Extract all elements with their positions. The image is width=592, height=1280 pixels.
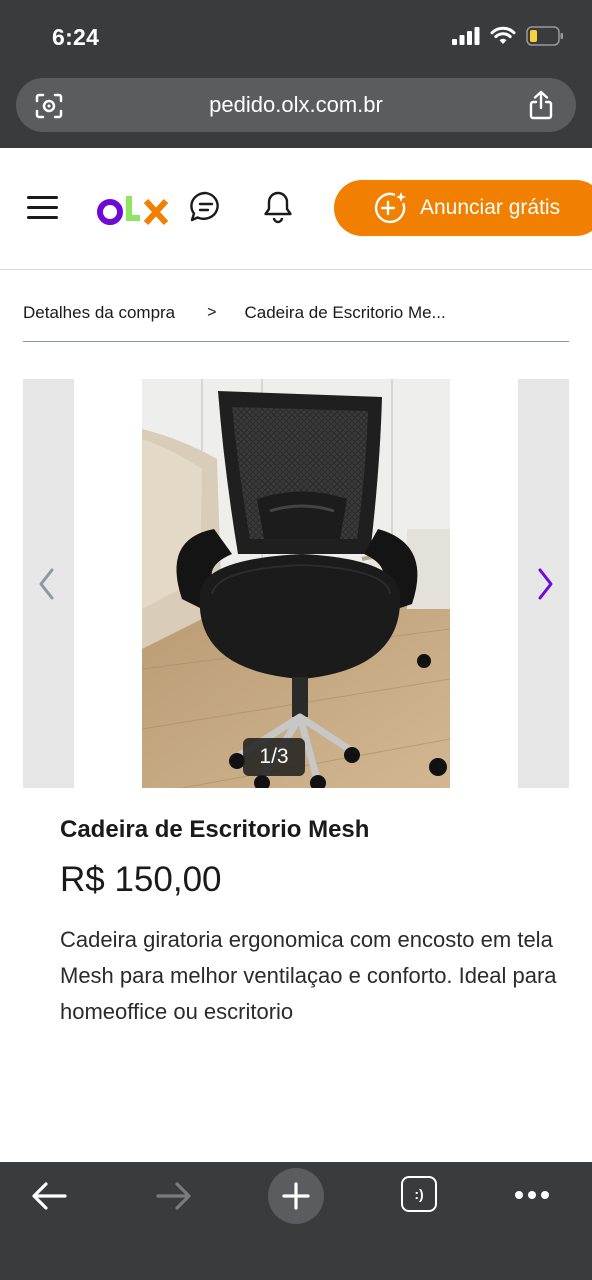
battery-icon bbox=[526, 26, 563, 46]
browser-bottom-bar: :) bbox=[0, 1162, 592, 1280]
anunciar-gratis-button[interactable]: Anunciar grátis bbox=[334, 180, 592, 236]
status-icons bbox=[452, 26, 564, 46]
breadcrumb: Detalhes da compra > Cadeira de Escritor… bbox=[23, 284, 569, 342]
menu-icon[interactable] bbox=[27, 196, 59, 220]
status-time: 6:24 bbox=[52, 24, 100, 50]
share-icon[interactable] bbox=[528, 89, 554, 121]
gallery-counter: 1/3 bbox=[243, 738, 305, 776]
gallery-prev-panel[interactable] bbox=[23, 379, 74, 788]
more-icon[interactable] bbox=[514, 1190, 550, 1200]
product-description: Cadeira giratoria ergonomica com encosto… bbox=[60, 927, 557, 1024]
breadcrumb-item-current: Cadeira de Escritorio Me... bbox=[244, 302, 446, 322]
anunciar-gratis-label: Anunciar grátis bbox=[420, 196, 561, 219]
olx-logo[interactable] bbox=[96, 188, 172, 228]
forward-arrow-icon[interactable] bbox=[155, 1180, 193, 1212]
chat-icon[interactable] bbox=[189, 190, 223, 224]
url-text[interactable]: pedido.olx.com.br bbox=[16, 92, 576, 118]
gallery-next-panel[interactable] bbox=[518, 379, 569, 788]
signal-icon bbox=[452, 27, 480, 45]
bell-icon[interactable] bbox=[262, 190, 294, 224]
tabs-button[interactable]: :) bbox=[401, 1176, 437, 1212]
new-tab-button[interactable] bbox=[268, 1168, 324, 1224]
wifi-icon bbox=[490, 26, 516, 44]
breadcrumb-separator: > bbox=[207, 303, 217, 321]
chevron-left-icon[interactable] bbox=[35, 567, 59, 601]
back-arrow-icon[interactable] bbox=[30, 1180, 68, 1212]
product-photo[interactable] bbox=[142, 379, 450, 788]
product-price: R$ 150,00 bbox=[60, 860, 222, 899]
sparkle-plus-icon bbox=[374, 192, 406, 224]
address-bar[interactable]: pedido.olx.com.br bbox=[16, 78, 576, 132]
chevron-right-icon[interactable] bbox=[533, 567, 557, 601]
site-header: Anunciar grátis bbox=[0, 148, 592, 270]
product-title: Cadeira de Escritorio Mesh bbox=[60, 816, 370, 843]
tabs-icon: :) bbox=[414, 1186, 424, 1202]
browser-top-chrome: 6:24 pedido.olx.com.br bbox=[0, 0, 592, 148]
breadcrumb-item-detalhes[interactable]: Detalhes da compra bbox=[23, 303, 175, 323]
image-gallery bbox=[23, 379, 569, 788]
plus-icon bbox=[282, 1182, 310, 1210]
